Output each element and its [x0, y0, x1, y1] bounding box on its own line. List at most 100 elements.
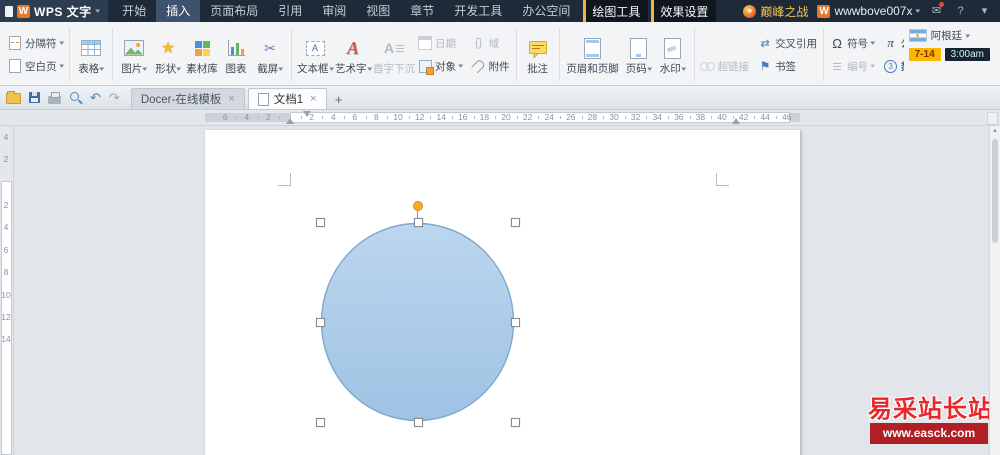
menu-tab-page-layout[interactable]: 页面布局: [200, 0, 268, 22]
print-button[interactable]: [48, 91, 61, 104]
bookmark-button[interactable]: ⚑ 书签: [756, 58, 819, 75]
resize-handle-middle-left[interactable]: [316, 318, 325, 327]
ruler-mark: [257, 116, 259, 119]
table-icon: [79, 36, 103, 60]
menu-tab-insert[interactable]: 插入: [156, 0, 201, 22]
resize-handle-top-right[interactable]: [511, 218, 520, 227]
ruler-mark: 6: [222, 112, 228, 122]
object-button[interactable]: 对象 ▾: [416, 58, 465, 75]
account-name: wwwbove007x: [834, 4, 913, 18]
picture-button[interactable]: 图片 ▾: [117, 32, 151, 77]
blank-page-button[interactable]: 空白页 ▾: [6, 58, 65, 75]
asset-library-button[interactable]: 素材库: [185, 32, 219, 77]
app-menu-button[interactable]: W WPS 文字 ▾: [0, 0, 109, 22]
chart-button[interactable]: 图表: [219, 32, 253, 77]
print-preview-button[interactable]: [69, 91, 82, 104]
table-button[interactable]: 表格 ▾: [74, 32, 108, 77]
scrollbar-thumb[interactable]: [991, 139, 998, 243]
hyperlink-button[interactable]: 超链接: [699, 58, 752, 75]
date-button[interactable]: 日期: [416, 35, 465, 52]
field-icon: {}: [474, 37, 483, 49]
help-icon[interactable]: ?: [953, 4, 968, 18]
ruler-mark: [430, 116, 432, 119]
redo-icon: ↷: [108, 89, 120, 105]
chevron-down-icon: ▾: [58, 40, 64, 47]
redo-button[interactable]: ↷: [109, 90, 120, 106]
close-icon[interactable]: ×: [310, 93, 316, 105]
menu-tab-office-space[interactable]: 办公空间: [512, 0, 580, 22]
screenshot-button[interactable]: ✂ 截屏 ▾: [253, 32, 287, 77]
ruler-mark: [473, 116, 475, 119]
numbering-button[interactable]: 编号 ▾: [828, 58, 877, 75]
menu-tab-home[interactable]: 开始: [112, 0, 156, 22]
undo-button[interactable]: ↶: [90, 90, 101, 106]
menu-tab-references[interactable]: 引用: [268, 0, 312, 22]
worldcup-widget[interactable]: 阿根廷 ▾ 7-14 3:00am: [908, 28, 990, 61]
open-button[interactable]: [6, 91, 21, 104]
ruler-mark: 4: [244, 112, 250, 122]
vertical-ruler[interactable]: 4 2 2 4 6 8 10 12 14: [0, 126, 14, 455]
ribbon-group-pages: 分隔符 ▾ 空白页 ▾: [4, 23, 67, 85]
symbol-button[interactable]: Ω 符号 ▾: [828, 35, 877, 52]
left-indent-marker[interactable]: [286, 118, 294, 124]
first-line-indent-marker[interactable]: [303, 111, 311, 117]
dropcap-button[interactable]: A 首字下沉: [372, 32, 416, 77]
ellipse-shape[interactable]: [320, 222, 515, 422]
new-tab-button[interactable]: +: [330, 90, 348, 108]
right-indent-marker[interactable]: [732, 118, 740, 124]
resize-handle-bottom-center[interactable]: [414, 418, 423, 427]
account-button[interactable]: W wwwbove007x ▾: [817, 4, 921, 18]
vertical-scrollbar[interactable]: ▲: [989, 126, 1000, 455]
ruler-mark: 4: [3, 132, 9, 142]
ruler-toggle-button[interactable]: [987, 112, 998, 125]
resize-handle-top-left[interactable]: [316, 218, 325, 227]
menu-tab-developer-tools[interactable]: 开发工具: [444, 0, 512, 22]
menu-tab-review[interactable]: 审阅: [312, 0, 356, 22]
ribbon-group-comment: 批注: [519, 23, 557, 85]
watermark-button[interactable]: 水印 ▾: [656, 32, 690, 77]
menu-tab-view[interactable]: 视图: [356, 0, 400, 22]
page-number-button[interactable]: 页码 ▾: [622, 32, 656, 77]
formula-button[interactable]: π 公式▾: [882, 35, 904, 52]
ruler-mark: [452, 116, 453, 119]
wordart-icon: A: [347, 37, 360, 58]
resize-handle-middle-right[interactable]: [511, 318, 520, 327]
shapes-button[interactable]: ★ 形状 ▾: [151, 32, 185, 77]
ribbon-separator: [558, 28, 560, 81]
menu-tab-section[interactable]: 章节: [400, 0, 444, 22]
header-footer-button[interactable]: 页眉和页脚: [564, 32, 622, 77]
context-tab-effect-settings[interactable]: 效果设置: [651, 0, 717, 22]
resize-handle-bottom-right[interactable]: [511, 418, 520, 427]
document-canvas[interactable]: 4 2 2 4 6 8 10 12 14 易采站长站 www.easck.com ▲: [0, 126, 1000, 455]
save-button[interactable]: [29, 92, 40, 103]
resize-handle-bottom-left[interactable]: [316, 418, 325, 427]
comment-button[interactable]: 批注: [521, 32, 555, 77]
resize-handle-top-center[interactable]: [414, 218, 423, 227]
context-tab-drawing-tools[interactable]: 绘图工具: [583, 0, 649, 22]
ruler-mark: [236, 116, 237, 119]
watermark-url: www.easck.com: [870, 423, 988, 444]
ruler-mark: [603, 116, 605, 119]
ruler-mark: 14: [1, 334, 11, 345]
document-tab-docer[interactable]: Docer-在线模板 ×: [130, 88, 245, 109]
document-tab-bar: ↶ ↷ Docer-在线模板 × 文档1 × +: [0, 86, 1000, 110]
ruler-mark: 24: [544, 112, 554, 122]
document-tab-doc1[interactable]: 文档1 ×: [247, 88, 327, 109]
attachment-button[interactable]: 附件: [470, 58, 512, 75]
header-footer-icon: [584, 36, 602, 60]
scroll-up-arrow-icon[interactable]: ▲: [990, 126, 1000, 136]
page-break-button[interactable]: 分隔符 ▾: [6, 35, 65, 52]
close-icon[interactable]: ×: [228, 93, 234, 105]
number-button[interactable]: 3 数字: [882, 58, 904, 75]
ribbon-separator: [291, 28, 293, 81]
collapse-ribbon-icon[interactable]: ▾: [977, 4, 992, 18]
rotate-handle[interactable]: [413, 201, 423, 211]
cross-reference-button[interactable]: ⇄ 交叉引用: [756, 35, 819, 52]
game-promo-button[interactable]: ★ 巅峰之战: [743, 3, 808, 20]
message-icon[interactable]: ✉: [929, 2, 944, 18]
wordart-button[interactable]: A 艺术字 ▾: [334, 32, 372, 77]
worldcup-time: 3:00am: [944, 48, 990, 61]
textbox-button[interactable]: A 文本框 ▾: [296, 32, 334, 77]
field-button[interactable]: {} 域: [470, 35, 512, 52]
horizontal-ruler[interactable]: 6 4 2 2 4 6 8 10 12 14 16 18 20 22 24 26 28 30 32 34 36 38 40 4…: [0, 110, 1000, 126]
